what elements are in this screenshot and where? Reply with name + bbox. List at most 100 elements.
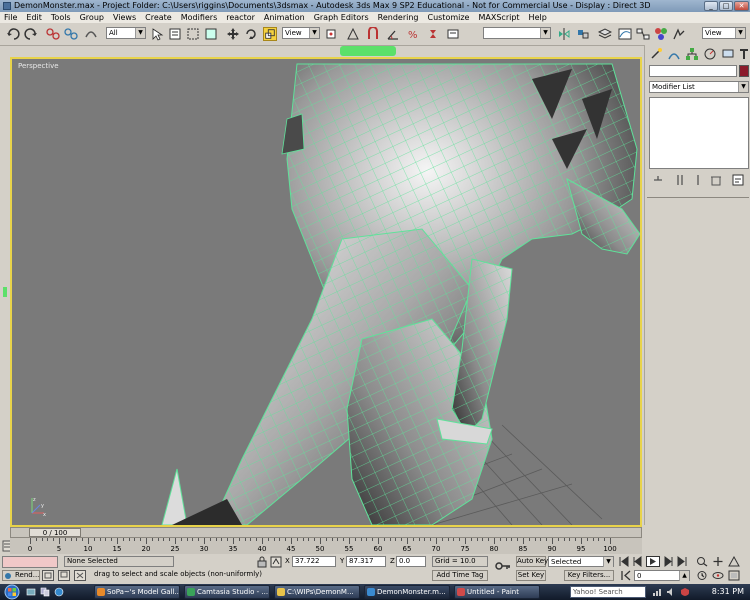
add-time-tag-button[interactable]: Add Time Tag bbox=[432, 570, 488, 581]
network-tray-icon[interactable] bbox=[652, 587, 662, 597]
taskbar-button[interactable]: SoPa~'s Model Gall... bbox=[94, 585, 180, 599]
layer-manager-icon[interactable] bbox=[598, 27, 612, 41]
restore-icon[interactable] bbox=[58, 570, 70, 581]
redo-icon[interactable] bbox=[24, 27, 38, 41]
play-icon[interactable] bbox=[646, 556, 660, 567]
menu-modifiers[interactable]: Modifiers bbox=[181, 12, 218, 23]
go-to-end-icon[interactable] bbox=[676, 556, 688, 567]
reference-coordinate-dropdown[interactable]: View ▼ bbox=[282, 27, 320, 39]
menu-help[interactable]: Help bbox=[529, 12, 547, 23]
make-unique-icon[interactable] bbox=[691, 173, 705, 187]
percent-snap-icon[interactable]: % bbox=[406, 27, 420, 41]
align-icon[interactable] bbox=[576, 27, 590, 41]
maxscript-listener-mini[interactable] bbox=[2, 556, 58, 568]
close-mini-icon[interactable] bbox=[74, 570, 86, 581]
selection-filter-dropdown[interactable]: All ▼ bbox=[106, 27, 146, 39]
mirror-icon[interactable] bbox=[557, 27, 571, 41]
taskbar-button[interactable]: Untitled - Paint bbox=[454, 585, 540, 599]
bind-to-space-warp-icon[interactable] bbox=[84, 27, 98, 41]
curve-editor-icon[interactable] bbox=[618, 27, 632, 41]
configure-modifier-sets-icon[interactable] bbox=[731, 173, 745, 187]
taskbar-button[interactable]: Camtasia Studio - ... bbox=[184, 585, 270, 599]
viewport-label[interactable]: Perspective bbox=[18, 62, 59, 70]
minimize-button[interactable]: _ bbox=[704, 1, 718, 11]
select-and-link-icon[interactable] bbox=[46, 27, 60, 41]
named-selection-dropdown[interactable]: ▼ bbox=[483, 27, 551, 39]
object-color-swatch[interactable] bbox=[739, 65, 749, 77]
spinner-snap-icon[interactable] bbox=[426, 27, 440, 41]
perspective-viewport[interactable]: Perspective z y x bbox=[10, 57, 642, 527]
maximize-viewport-icon[interactable] bbox=[728, 570, 740, 581]
selection-lock-tab[interactable] bbox=[340, 46, 396, 56]
menu-graph-editors[interactable]: Graph Editors bbox=[314, 12, 369, 23]
set-key-icon[interactable] bbox=[494, 556, 512, 576]
select-by-name-icon[interactable] bbox=[168, 27, 182, 41]
maximize-button[interactable]: □ bbox=[719, 1, 733, 11]
previous-frame-icon[interactable] bbox=[632, 556, 644, 567]
select-and-rotate-icon[interactable] bbox=[244, 27, 258, 41]
use-pivot-center-icon[interactable] bbox=[324, 27, 338, 41]
volume-tray-icon[interactable] bbox=[666, 587, 676, 597]
hierarchy-tab-icon[interactable] bbox=[685, 47, 699, 61]
create-tab-icon[interactable] bbox=[649, 47, 663, 61]
auto-key-button[interactable]: Auto Key bbox=[516, 556, 548, 567]
key-mode-toggle-icon[interactable] bbox=[620, 570, 632, 581]
window-crossing-icon[interactable] bbox=[204, 27, 218, 41]
close-button[interactable]: ✕ bbox=[734, 1, 749, 11]
menu-maxscript[interactable]: MAXScript bbox=[478, 12, 519, 23]
menu-tools[interactable]: Tools bbox=[51, 12, 71, 23]
next-frame-icon[interactable] bbox=[662, 556, 674, 567]
zoom-region-icon[interactable] bbox=[696, 556, 708, 567]
taskbar-clock[interactable]: 8:31 PM bbox=[712, 584, 744, 600]
set-key-button[interactable]: Set Key bbox=[516, 570, 546, 581]
orbit-icon[interactable] bbox=[712, 570, 724, 581]
isolate-mode-icon[interactable] bbox=[42, 570, 54, 581]
pin-stack-icon[interactable] bbox=[651, 173, 665, 187]
remove-modifier-icon[interactable] bbox=[709, 173, 723, 187]
menu-views[interactable]: Views bbox=[113, 12, 136, 23]
menu-reactor[interactable]: reactor bbox=[226, 12, 255, 23]
show-end-result-icon[interactable] bbox=[673, 173, 687, 187]
menu-edit[interactable]: Edit bbox=[26, 12, 42, 23]
menu-create[interactable]: Create bbox=[145, 12, 172, 23]
security-tray-icon[interactable] bbox=[680, 587, 690, 597]
menu-group[interactable]: Group bbox=[80, 12, 104, 23]
start-orb-icon[interactable] bbox=[4, 584, 20, 600]
menu-rendering[interactable]: Rendering bbox=[378, 12, 419, 23]
unlink-selection-icon[interactable] bbox=[64, 27, 78, 41]
key-filters-button[interactable]: Key Filters... bbox=[564, 570, 614, 581]
select-and-manipulate-icon[interactable] bbox=[346, 27, 360, 41]
select-object-icon[interactable] bbox=[150, 27, 164, 41]
motion-tab-icon[interactable] bbox=[703, 47, 717, 61]
render-setup-icon[interactable] bbox=[672, 27, 686, 41]
y-coordinate-field[interactable]: 87.317 bbox=[346, 556, 386, 567]
key-mode-dropdown[interactable]: Selected ▼ bbox=[548, 556, 614, 567]
menu-animation[interactable]: Animation bbox=[264, 12, 305, 23]
menu-customize[interactable]: Customize bbox=[427, 12, 469, 23]
quicklaunch-browser-icon[interactable] bbox=[54, 587, 64, 597]
utilities-tab-icon[interactable] bbox=[737, 47, 750, 61]
quicklaunch-desktop-icon[interactable] bbox=[26, 587, 36, 597]
object-name-field[interactable] bbox=[649, 65, 737, 77]
display-tab-icon[interactable] bbox=[721, 47, 735, 61]
select-and-move-icon[interactable] bbox=[226, 27, 240, 41]
current-frame-field[interactable]: 0 ▲ bbox=[634, 570, 690, 581]
material-editor-icon[interactable] bbox=[654, 27, 668, 41]
taskbar-button[interactable]: C:\WIPs\DemonM... bbox=[274, 585, 360, 599]
yahoo-search-box[interactable]: Yahoo! Search bbox=[570, 586, 646, 598]
select-and-scale-icon[interactable] bbox=[263, 27, 277, 41]
field-of-view-icon[interactable] bbox=[728, 556, 740, 567]
time-slider[interactable]: 0 / 100 bbox=[10, 527, 642, 538]
modify-tab-icon[interactable] bbox=[667, 47, 681, 61]
x-coordinate-field[interactable]: 37.722 bbox=[292, 556, 336, 567]
absolute-mode-icon[interactable] bbox=[270, 556, 282, 568]
menu-file[interactable]: File bbox=[4, 12, 17, 23]
schematic-view-icon[interactable] bbox=[636, 27, 650, 41]
edit-named-selection-icon[interactable] bbox=[446, 27, 460, 41]
z-coordinate-field[interactable]: 0.0 bbox=[396, 556, 426, 567]
time-slider-knob[interactable]: 0 / 100 bbox=[29, 528, 81, 537]
modifier-list-dropdown[interactable]: Modifier List ▼ bbox=[649, 81, 749, 93]
render-type-dropdown[interactable]: View ▼ bbox=[702, 27, 746, 39]
go-to-start-icon[interactable] bbox=[618, 556, 630, 567]
time-configuration-icon[interactable] bbox=[696, 570, 708, 581]
